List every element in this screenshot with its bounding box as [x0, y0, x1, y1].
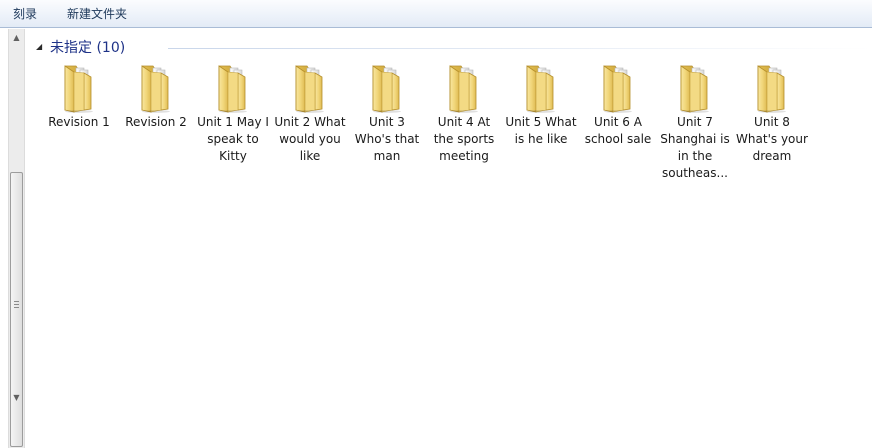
- explorer-window: 刻录 新建文件夹 ▲ ▼ ◢ 未指定 (10) Revision 1 Revis…: [0, 0, 872, 448]
- folder-item[interactable]: Unit 8 What's your dream: [736, 63, 808, 165]
- folder-item[interactable]: Unit 4 At the sports meeting: [428, 63, 500, 165]
- scroll-down-arrow-icon[interactable]: ▼: [9, 389, 24, 406]
- burn-button[interactable]: 刻录: [6, 4, 44, 23]
- folder-label: Revision 1: [48, 115, 110, 129]
- folder-icon: [363, 63, 411, 113]
- folder-item[interactable]: Unit 5 What is he like: [505, 63, 577, 148]
- folder-item[interactable]: Unit 2 What would you like: [274, 63, 346, 165]
- folder-label: Revision 2: [125, 115, 187, 129]
- folder-icon: [671, 63, 719, 113]
- new-folder-button[interactable]: 新建文件夹: [60, 4, 134, 23]
- folder-label: Unit 4 At the sports meeting: [433, 115, 495, 163]
- command-bar: 刻录 新建文件夹: [0, 0, 872, 28]
- folder-icon: [440, 63, 488, 113]
- folder-icon: [209, 63, 257, 113]
- folder-item[interactable]: Revision 2: [120, 63, 192, 131]
- folder-icon: [132, 63, 180, 113]
- vertical-scrollbar[interactable]: ▲ ▼: [8, 29, 25, 448]
- folder-label: Unit 5 What is he like: [505, 115, 577, 146]
- group-header[interactable]: ◢ 未指定 (10): [34, 38, 872, 58]
- folder-label: Unit 1 May I speak to Kitty: [197, 115, 269, 163]
- folder-label: Unit 3 Who's that man: [354, 115, 420, 163]
- folder-icon: [286, 63, 334, 113]
- folder-icon: [748, 63, 796, 113]
- folder-label: Unit 7 Shanghai is in the southeas...: [660, 115, 730, 180]
- folder-item[interactable]: Unit 1 May I speak to Kitty: [197, 63, 269, 165]
- folder-label: Unit 6 A school sale: [584, 115, 652, 146]
- folder-icon: [55, 63, 103, 113]
- folder-grid: Revision 1 Revision 2 Unit 1 May I speak…: [43, 63, 872, 203]
- folder-icon: [594, 63, 642, 113]
- group-title: 未指定 (10): [50, 40, 126, 56]
- folder-item[interactable]: Revision 1: [43, 63, 115, 131]
- folder-item[interactable]: Unit 3 Who's that man: [351, 63, 423, 165]
- folder-label: Unit 2 What would you like: [274, 115, 346, 163]
- group-divider: [168, 48, 872, 49]
- chevron-expanded-icon[interactable]: ◢: [36, 42, 42, 52]
- scroll-up-arrow-icon[interactable]: ▲: [9, 29, 24, 46]
- folder-item[interactable]: Unit 7 Shanghai is in the southeas...: [659, 63, 731, 182]
- folder-item[interactable]: Unit 6 A school sale: [582, 63, 654, 148]
- folder-icon: [517, 63, 565, 113]
- folder-label: Unit 8 What's your dream: [736, 115, 808, 163]
